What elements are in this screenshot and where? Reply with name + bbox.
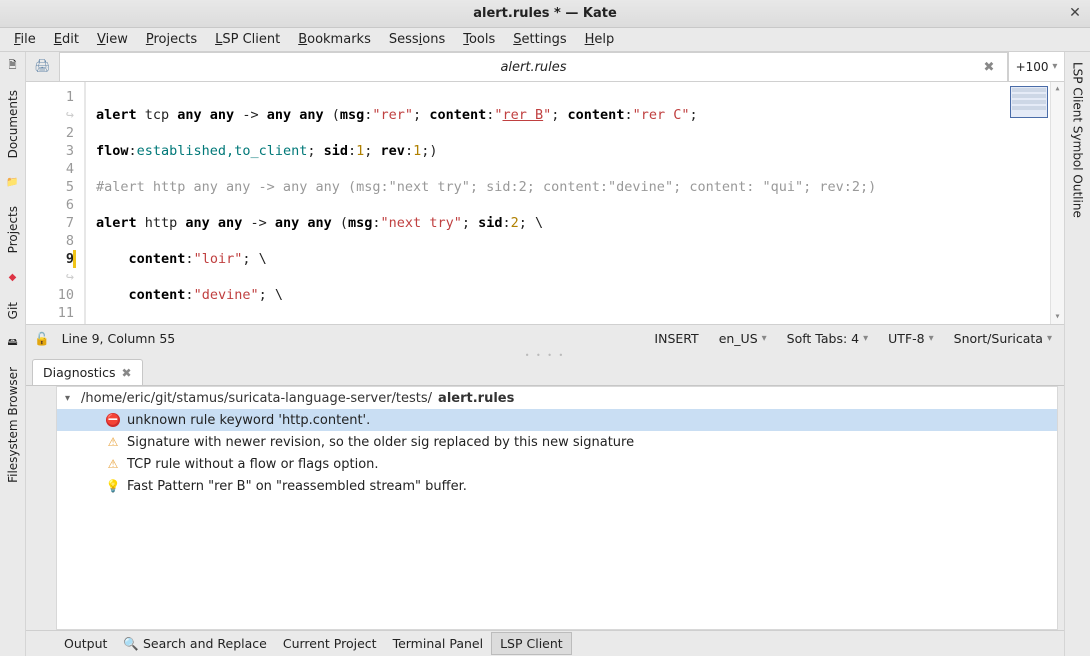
bottom-toolbar: Output 🔍Search and Replace Current Proje… — [26, 630, 1064, 656]
menu-bookmarks[interactable]: Bookmarks — [290, 30, 379, 49]
sidebar-item-projects[interactable]: Projects — [6, 202, 20, 257]
window-title: alert.rules * — Kate — [473, 6, 617, 21]
zoom-level[interactable]: +100 ▾ — [1008, 52, 1064, 81]
window-close-icon[interactable]: ✕ — [1066, 4, 1084, 22]
lock-icon: 🔓 — [34, 331, 50, 347]
edit-mode[interactable]: INSERT — [650, 329, 702, 348]
encoding-select[interactable]: UTF-8▾ — [884, 329, 937, 348]
diagnostic-item-warning[interactable]: ⚠ Signature with newer revision, so the … — [57, 431, 1057, 453]
scroll-down-icon[interactable]: ▾ — [1051, 310, 1064, 324]
code-area[interactable]: alert tcp any any -> any any (msg:"rer";… — [86, 82, 1008, 324]
menu-edit[interactable]: Edit — [46, 30, 87, 49]
menu-settings[interactable]: Settings — [505, 30, 574, 49]
warning-icon: ⚠ — [105, 434, 121, 450]
menu-file[interactable]: File — [6, 30, 44, 49]
bottom-item-lsp-client[interactable]: LSP Client — [491, 632, 572, 655]
indent-select[interactable]: Soft Tabs: 4▾ — [783, 329, 872, 348]
bottom-item-output[interactable]: Output — [56, 633, 115, 654]
center-column: 🖨 alert.rules ✖ +100 ▾ 1 ↪ 2 3 4 5 6 7 8… — [26, 52, 1064, 656]
tab-diagnostics[interactable]: Diagnostics ✖ — [32, 359, 143, 385]
diagnostic-item-info[interactable]: 💡 Fast Pattern "rer B" on "reassembled s… — [57, 475, 1057, 497]
line-number-gutter: 1 ↪ 2 3 4 5 6 7 8 9 ↪ 10 11 12 13 14 — [26, 82, 86, 324]
menu-help[interactable]: Help — [577, 30, 623, 49]
bottom-item-search[interactable]: 🔍Search and Replace — [115, 633, 274, 655]
right-sidebar-rail: LSP Client Symbol Outline — [1064, 52, 1090, 656]
folder-icon: 📁 — [5, 174, 21, 190]
tab-close-icon[interactable]: ✖ — [122, 366, 132, 380]
menu-sessions[interactable]: Sessions — [381, 30, 453, 49]
documents-icon: 🗎 — [5, 58, 21, 74]
sidebar-item-documents[interactable]: Documents — [6, 86, 20, 162]
git-icon: ◆ — [5, 270, 21, 286]
bottom-item-terminal[interactable]: Terminal Panel — [385, 633, 492, 654]
tab-label: alert.rules — [500, 60, 566, 75]
menubar: File Edit View Projects LSP Client Bookm… — [0, 28, 1090, 52]
bottom-item-current-project[interactable]: Current Project — [275, 633, 385, 654]
diagnostics-panel: ▾ /home/eric/git/stamus/suricata-languag… — [56, 386, 1058, 630]
warning-icon: ⚠ — [105, 456, 121, 472]
editor-scrollbar[interactable]: ▴ ▾ — [1050, 82, 1064, 324]
menu-view[interactable]: View — [89, 30, 136, 49]
diagnostic-item-warning[interactable]: ⚠ TCP rule without a flow or flags optio… — [57, 453, 1057, 475]
tab-alert-rules[interactable]: alert.rules ✖ — [60, 52, 1008, 81]
titlebar: alert.rules * — Kate ✕ — [0, 0, 1090, 28]
code-editor[interactable]: 1 ↪ 2 3 4 5 6 7 8 9 ↪ 10 11 12 13 14 ale… — [26, 82, 1064, 324]
language-select[interactable]: Snort/Suricata▾ — [950, 329, 1056, 348]
lightbulb-icon: 💡 — [105, 478, 121, 494]
chevron-down-icon[interactable]: ▾ — [65, 393, 75, 404]
disk-icon: 🖴 — [5, 335, 21, 351]
editor-tabstrip: 🖨 alert.rules ✖ +100 ▾ — [26, 52, 1064, 82]
sidebar-item-filesystem[interactable]: Filesystem Browser — [6, 363, 20, 487]
panel-tabstrip: Diagnostics ✖ — [26, 358, 1064, 386]
sidebar-item-git[interactable]: Git — [6, 298, 20, 323]
menu-tools[interactable]: Tools — [455, 30, 503, 49]
status-bar: 🔓 Line 9, Column 55 INSERT en_US▾ Soft T… — [26, 324, 1064, 352]
search-icon: 🔍 — [123, 636, 139, 652]
document-header-icon[interactable]: 🖨 — [26, 52, 60, 81]
locale-select[interactable]: en_US▾ — [715, 329, 771, 348]
error-icon: ⛔ — [105, 412, 121, 428]
diagnostics-file-row[interactable]: ▾ /home/eric/git/stamus/suricata-languag… — [57, 387, 1057, 409]
main: 🗎 Documents 📁 Projects ◆ Git 🖴 Filesyste… — [0, 52, 1090, 656]
diagnostic-item-error[interactable]: ⛔ unknown rule keyword 'http.content'. — [57, 409, 1057, 431]
menu-lsp-client[interactable]: LSP Client — [207, 30, 288, 49]
left-sidebar-rail: 🗎 Documents 📁 Projects ◆ Git 🖴 Filesyste… — [0, 52, 26, 656]
tab-close-icon[interactable]: ✖ — [981, 59, 997, 75]
cursor-position: Line 9, Column 55 — [62, 331, 176, 346]
minimap[interactable] — [1008, 82, 1050, 324]
sidebar-item-symbol-outline[interactable]: LSP Client Symbol Outline — [1071, 58, 1085, 222]
menu-projects[interactable]: Projects — [138, 30, 205, 49]
scroll-up-icon[interactable]: ▴ — [1051, 82, 1064, 96]
